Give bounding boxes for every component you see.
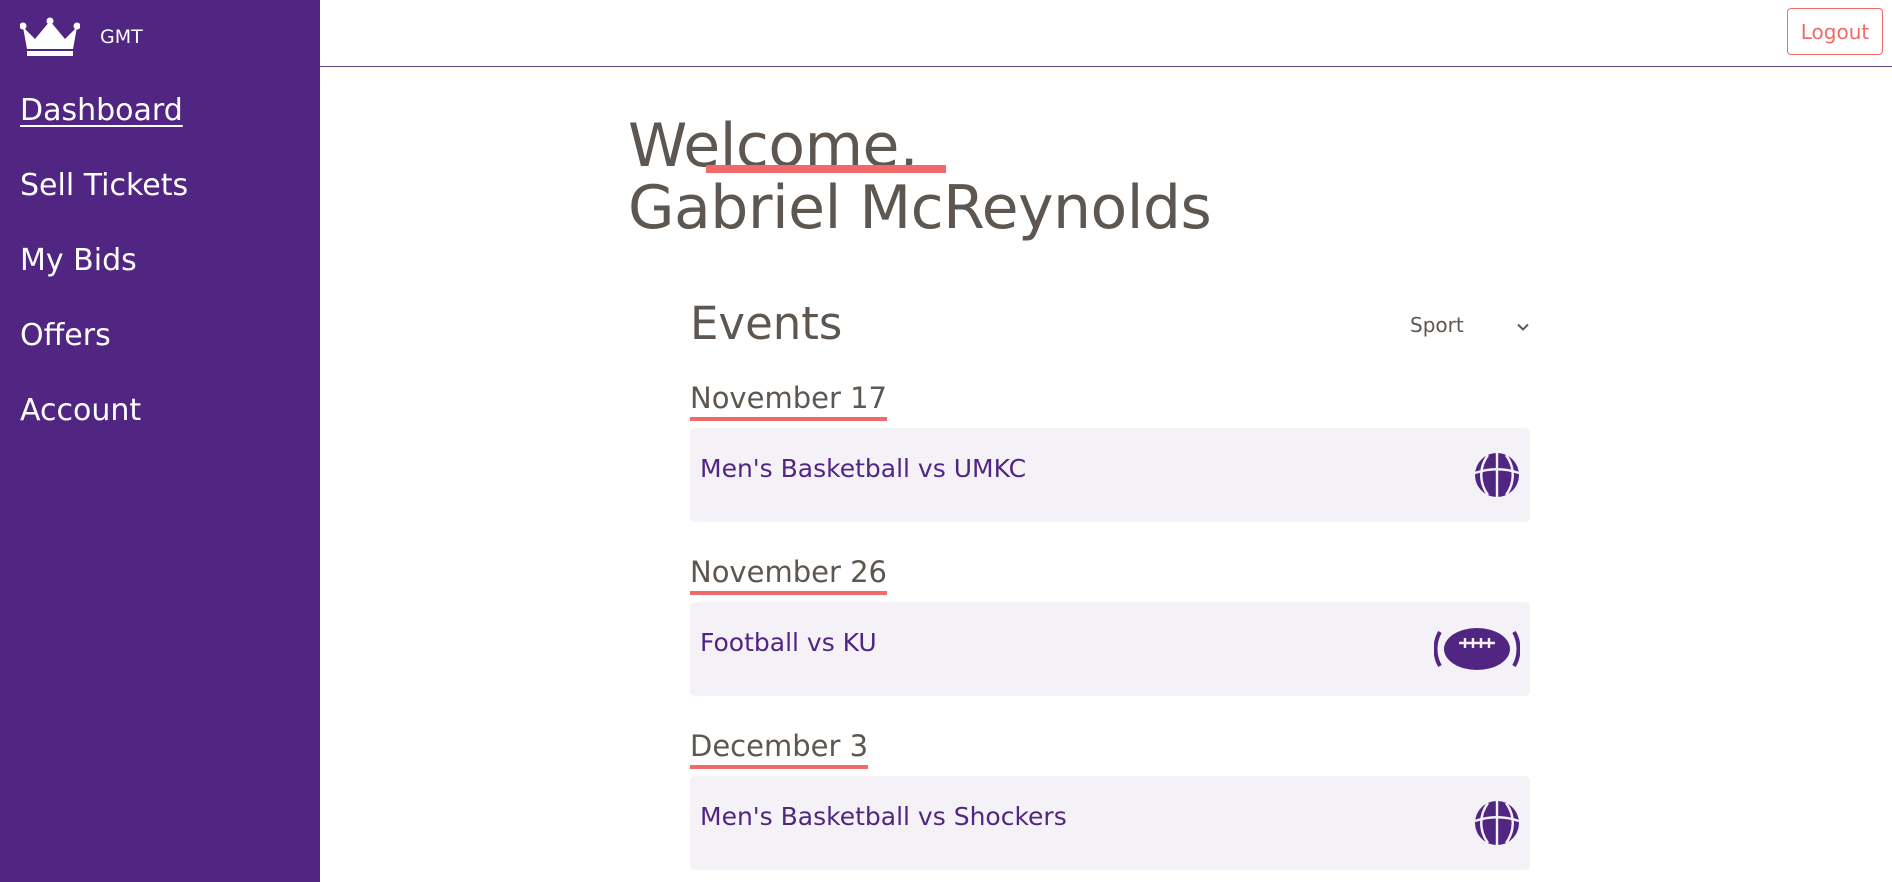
basketball-icon xyxy=(1474,452,1520,502)
user-name: Gabriel McReynolds xyxy=(628,173,1212,243)
chevron-down-icon xyxy=(1516,315,1530,339)
sidebar-item-sell-tickets[interactable]: Sell Tickets xyxy=(20,163,188,238)
page-title: Welcome, Gabriel McReynolds xyxy=(628,115,1212,243)
event-date-heading: December 3 xyxy=(690,727,869,769)
sidebar-item-dashboard[interactable]: Dashboard xyxy=(20,88,188,163)
event-date-heading: November 17 xyxy=(690,379,887,421)
title-accent-bar xyxy=(706,165,946,173)
football-icon xyxy=(1433,626,1521,676)
sport-filter-value: Sport xyxy=(1410,313,1464,337)
sidebar-item-label: Dashboard xyxy=(20,93,183,128)
sidebar-item-label: Account xyxy=(20,393,142,428)
event-name: Men's Basketball vs UMKC xyxy=(700,454,1027,483)
sidebar-item-label: My Bids xyxy=(20,243,137,278)
event-card[interactable]: Football vs KU xyxy=(690,602,1530,696)
sidebar-item-offers[interactable]: Offers xyxy=(20,313,188,388)
logout-button[interactable]: Logout xyxy=(1787,8,1883,55)
crown-icon xyxy=(20,17,80,57)
brand-name: GMT xyxy=(100,26,143,48)
basketball-icon xyxy=(1474,800,1520,850)
sidebar: GMT Dashboard Sell Tickets My Bids Offer… xyxy=(0,0,320,882)
sidebar-item-account[interactable]: Account xyxy=(20,388,188,463)
event-card[interactable]: Men's Basketball vs Shockers xyxy=(690,776,1530,870)
events-heading: Events xyxy=(690,297,843,350)
brand[interactable]: GMT xyxy=(20,17,143,57)
event-name: Men's Basketball vs Shockers xyxy=(700,802,1067,831)
sidebar-nav: Dashboard Sell Tickets My Bids Offers Ac… xyxy=(20,88,188,463)
event-card[interactable]: Men's Basketball vs UMKC xyxy=(690,428,1530,522)
top-bar: Logout xyxy=(320,0,1892,67)
event-name: Football vs KU xyxy=(700,628,877,657)
sidebar-item-label: Sell Tickets xyxy=(20,168,189,203)
sidebar-item-my-bids[interactable]: My Bids xyxy=(20,238,188,313)
sidebar-item-label: Offers xyxy=(20,318,111,353)
event-date-heading: November 26 xyxy=(690,553,887,595)
sport-filter-select[interactable]: Sport xyxy=(1410,309,1530,341)
